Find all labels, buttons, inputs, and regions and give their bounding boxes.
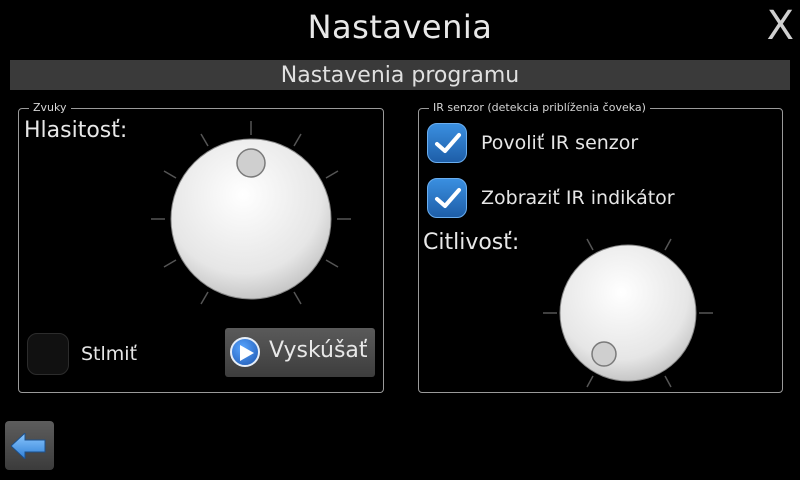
- close-button[interactable]: X: [767, 2, 794, 50]
- volume-knob[interactable]: [141, 111, 361, 331]
- enable-ir-label: Povoliť IR senzor: [481, 132, 639, 154]
- sensitivity-knob[interactable]: [533, 229, 723, 399]
- checkmark-icon: [435, 133, 461, 153]
- sounds-group-legend: Zvuky: [29, 101, 71, 115]
- ir-sensor-group: IR senzor (detekcia priblíženia čoveka) …: [418, 101, 783, 393]
- ir-group-legend: IR senzor (detekcia priblíženia čoveka): [429, 101, 650, 115]
- mute-label: Stlmiť: [81, 343, 138, 365]
- play-icon: [230, 337, 260, 367]
- arrow-left-icon: [11, 433, 46, 459]
- section-header: Nastavenia programu: [10, 60, 790, 90]
- close-icon: X: [766, 3, 794, 49]
- sensitivity-label: Citlivosť:: [423, 230, 520, 255]
- back-button[interactable]: [5, 421, 54, 470]
- checkmark-icon: [435, 188, 461, 208]
- show-ir-indicator-label: Zobraziť IR indikátor: [481, 187, 675, 209]
- sounds-group: Zvuky Hlasitosť: Stlmiť Vyskúšať: [18, 101, 384, 393]
- test-sound-label: Vyskúšať: [269, 338, 368, 363]
- mute-toggle[interactable]: [27, 333, 69, 375]
- page-title: Nastavenia: [307, 8, 493, 46]
- enable-ir-checkbox[interactable]: [427, 123, 467, 163]
- volume-label: Hlasitosť:: [24, 118, 128, 143]
- test-sound-button[interactable]: Vyskúšať: [225, 328, 375, 377]
- show-ir-indicator-checkbox[interactable]: [427, 178, 467, 218]
